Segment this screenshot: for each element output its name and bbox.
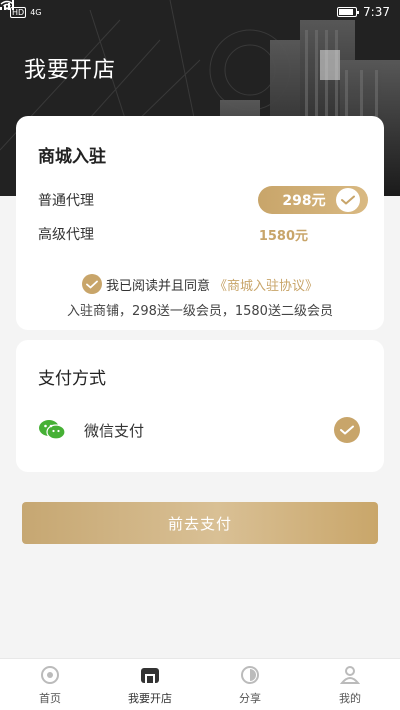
plan-label: 普通代理	[38, 193, 94, 209]
payment-method-wechat[interactable]: 微信支付	[38, 416, 360, 444]
plan-price-selected[interactable]: 298元	[258, 186, 368, 214]
payment-card: 支付方式 微信支付	[16, 340, 384, 472]
tab-open-shop[interactable]: 我要开店	[100, 659, 200, 710]
payment-card-title: 支付方式	[38, 369, 106, 389]
plan-row-premium[interactable]: 高级代理 1580元	[38, 220, 368, 248]
tab-label: 首页	[39, 691, 61, 705]
bottom-tabbar: 首页 我要开店 分享 我的	[0, 658, 400, 710]
membership-note: 入驻商铺，298送一级会员，1580送二级会员	[67, 304, 333, 319]
check-icon	[336, 188, 360, 212]
page-title: 我要开店	[24, 58, 117, 83]
plan-price: 298元	[282, 193, 326, 209]
share-icon	[239, 664, 261, 686]
status-time: 7:37	[363, 5, 390, 19]
tab-label: 我要开店	[128, 691, 172, 705]
wechat-icon	[39, 420, 66, 440]
tab-label: 我的	[339, 691, 361, 705]
home-icon	[39, 664, 61, 686]
plan-label: 高级代理	[38, 227, 94, 243]
agreement-link[interactable]: 《商城入驻协议》	[214, 275, 318, 294]
wifi-icon	[0, 0, 14, 10]
network-type: 4G	[30, 7, 42, 17]
profile-icon	[339, 664, 361, 686]
battery-icon	[337, 7, 360, 17]
entry-card-title: 商城入驻	[38, 147, 106, 167]
agree-check-icon[interactable]	[81, 274, 102, 294]
shop-icon	[139, 664, 161, 686]
agreement-text: 我已阅读并且同意	[105, 278, 210, 294]
entry-card: 商城入驻 普通代理 298元 高级代理 1580元 我已阅读并且同意 《商城入驻…	[16, 116, 384, 330]
tab-profile[interactable]: 我的	[300, 659, 400, 710]
go-pay-button[interactable]: 前去支付	[22, 502, 378, 544]
status-bar: HD 4G 7:37	[0, 0, 400, 24]
payment-method-label: 微信支付	[84, 421, 145, 440]
tab-label: 分享	[239, 691, 261, 705]
plan-price: 1580元	[258, 228, 308, 244]
tab-home[interactable]: 首页	[0, 659, 100, 710]
agreement-row[interactable]: 我已阅读并且同意 《商城入驻协议》	[16, 274, 384, 294]
tab-share[interactable]: 分享	[200, 659, 300, 710]
plan-row-standard[interactable]: 普通代理 298元	[38, 186, 368, 214]
check-icon[interactable]	[334, 417, 360, 443]
